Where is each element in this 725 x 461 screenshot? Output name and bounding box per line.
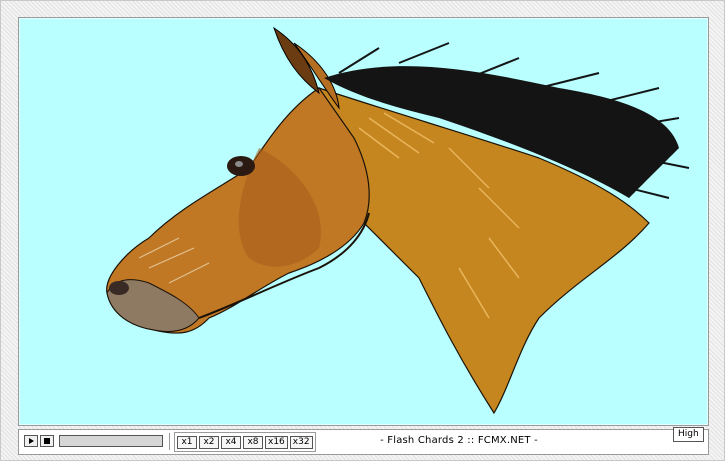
speed-x8-button[interactable]: x8	[243, 435, 263, 449]
player-frame: x1 x2 x4 x8 x16 x32 - Flash Chards 2 :: …	[0, 0, 725, 461]
animation-canvas[interactable]	[18, 17, 709, 426]
speed-x1-button[interactable]: x1	[177, 435, 197, 449]
play-button[interactable]	[24, 435, 38, 447]
stop-button[interactable]	[40, 435, 54, 447]
speed-x32-button[interactable]: x32	[289, 435, 313, 449]
quality-button[interactable]: High	[673, 427, 704, 442]
play-icon	[29, 438, 34, 444]
horse-drawing	[106, 26, 690, 415]
progress-bar[interactable]	[59, 435, 163, 447]
speed-x2-button[interactable]: x2	[199, 435, 219, 449]
speed-x4-button[interactable]: x4	[221, 435, 241, 449]
speed-x16-button[interactable]: x16	[265, 435, 288, 449]
stop-icon	[44, 438, 50, 444]
divider	[169, 433, 170, 450]
player-controls: x1 x2 x4 x8 x16 x32 - Flash Chards 2 :: …	[18, 429, 709, 455]
player-title: - Flash Chards 2 :: FCMX.NET -	[380, 435, 538, 446]
speed-selector: x1 x2 x4 x8 x16 x32	[174, 432, 316, 452]
